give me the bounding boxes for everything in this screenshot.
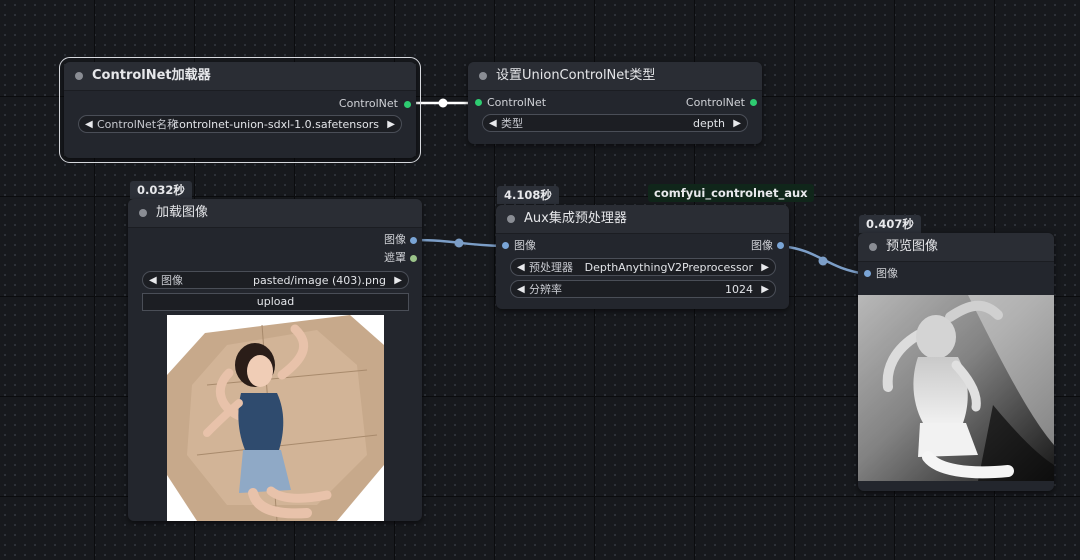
output-image-label: 图像: [384, 233, 406, 246]
output-slot-dot[interactable]: [750, 99, 757, 106]
widget-label: ControlNet名称: [97, 118, 179, 131]
input-slot-dot[interactable]: [864, 270, 871, 277]
type-widget[interactable]: ◀ 类型 depth ▶: [482, 114, 748, 132]
preprocessor-widget[interactable]: ◀ 预处理器 DepthAnythingV2Preprocessor ▶: [510, 258, 776, 276]
node-title: 加载图像: [156, 205, 209, 220]
widget-right-arrow-icon[interactable]: ▶: [761, 281, 769, 299]
output-slot-dot[interactable]: [404, 101, 411, 108]
widget-label: 预处理器: [529, 261, 573, 274]
node-title-bar[interactable]: 设置UnionControlNet类型: [468, 62, 762, 91]
node-title: ControlNet加载器: [92, 68, 211, 83]
resolution-widget[interactable]: ◀ 分辨率 1024 ▶: [510, 280, 776, 298]
image-file-widget[interactable]: ◀ 图像 pasted/image (403).png ▶: [142, 271, 409, 289]
collapse-dot-icon[interactable]: [869, 243, 877, 251]
widget-label: 图像: [161, 274, 183, 287]
execution-time-badge: 4.108秒: [497, 186, 559, 204]
node-title: Aux集成预处理器: [524, 211, 627, 226]
widget-right-arrow-icon[interactable]: ▶: [761, 259, 769, 277]
preview-image-node[interactable]: 预览图像 图像: [858, 233, 1054, 491]
collapse-dot-icon[interactable]: [479, 72, 487, 80]
node-source-badge: comfyui_controlnet_aux: [648, 184, 814, 202]
widget-left-arrow-icon[interactable]: ◀: [517, 281, 525, 299]
input-slot-dot[interactable]: [475, 99, 482, 106]
execution-time-badge: 0.032秒: [130, 181, 192, 199]
loaded-image-preview: [167, 315, 384, 521]
input-slot-label: 图像: [514, 239, 536, 252]
widget-left-arrow-icon[interactable]: ◀: [85, 116, 93, 134]
widget-value: depth: [692, 117, 725, 130]
node-title-bar[interactable]: ControlNet加载器: [64, 62, 416, 91]
widget-left-arrow-icon[interactable]: ◀: [149, 272, 157, 290]
widget-right-arrow-icon[interactable]: ▶: [387, 116, 395, 134]
depth-map-preview: [858, 295, 1054, 481]
output-mask-dot[interactable]: [410, 255, 417, 262]
output-mask-label: 遮罩: [384, 251, 406, 264]
widget-right-arrow-icon[interactable]: ▶: [394, 272, 402, 290]
node-title-bar[interactable]: 加载图像: [128, 199, 422, 228]
aux-preprocessor-node[interactable]: Aux集成预处理器 图像 图像 ◀ 预处理器 DepthAnythingV2Pr…: [496, 205, 789, 309]
output-slot-label: ControlNet: [338, 97, 398, 110]
output-slot-dot[interactable]: [777, 242, 784, 249]
widget-label: 分辨率: [529, 283, 562, 296]
collapse-dot-icon[interactable]: [507, 215, 515, 223]
node-title: 设置UnionControlNet类型: [496, 68, 656, 83]
output-slot-label: ControlNet: [685, 96, 745, 109]
input-slot-label: ControlNet: [487, 96, 547, 109]
input-slot-dot[interactable]: [502, 242, 509, 249]
widget-value: DepthAnythingV2Preprocessor: [584, 261, 753, 274]
node-title: 预览图像: [886, 239, 939, 254]
controlnet-loader-node[interactable]: ControlNet加载器 ControlNet ◀ ControlNet名称 …: [59, 57, 421, 163]
upload-button[interactable]: upload: [142, 293, 409, 311]
output-image-dot[interactable]: [410, 237, 417, 244]
widget-value: 1024: [725, 283, 753, 296]
output-slot-label: 图像: [751, 239, 773, 252]
widget-right-arrow-icon[interactable]: ▶: [733, 115, 741, 133]
node-title-bar[interactable]: 预览图像: [858, 233, 1054, 262]
collapse-dot-icon[interactable]: [139, 209, 147, 217]
load-image-node[interactable]: 加载图像 图像 遮罩 ◀ 图像 pasted/image (403).png ▶…: [128, 199, 422, 521]
widget-left-arrow-icon[interactable]: ◀: [489, 115, 497, 133]
node-title-bar[interactable]: Aux集成预处理器: [496, 205, 789, 234]
collapse-dot-icon[interactable]: [75, 72, 83, 80]
execution-time-badge: 0.407秒: [859, 215, 921, 233]
input-slot-label: 图像: [876, 267, 898, 280]
widget-value: pasted/image (403).png: [253, 274, 386, 287]
widget-label: 类型: [501, 117, 523, 130]
set-union-type-node[interactable]: 设置UnionControlNet类型 ControlNet ControlNe…: [468, 62, 762, 144]
controlnet-name-widget[interactable]: ◀ ControlNet名称 controlnet-union-sdxl-1.0…: [78, 115, 402, 133]
widget-left-arrow-icon[interactable]: ◀: [517, 259, 525, 277]
widget-value: controlnet-union-sdxl-1.0.safetensors: [173, 118, 379, 131]
